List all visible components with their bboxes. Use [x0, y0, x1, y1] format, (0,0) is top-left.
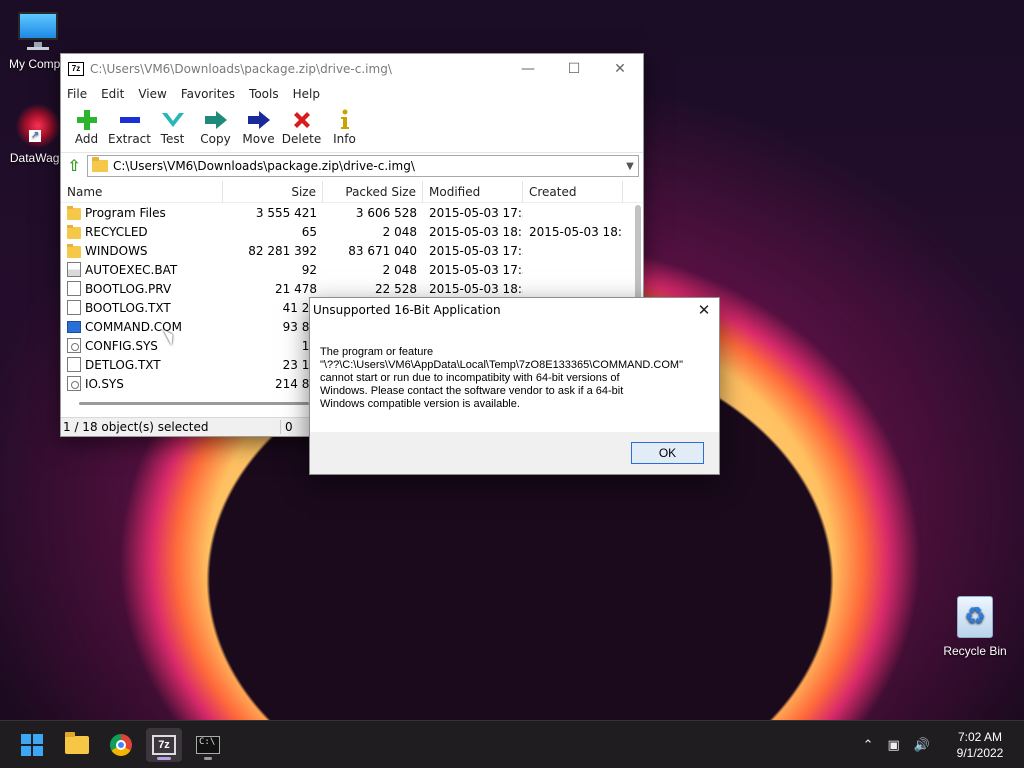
window-title: C:\Users\VM6\Downloads\package.zip\drive… [90, 61, 392, 76]
monitor-icon [16, 10, 60, 54]
dialog-title: Unsupported 16-Bit Application [313, 303, 501, 317]
clock-date: 9/1/2022 [956, 746, 1004, 760]
config-file-icon [67, 338, 81, 353]
menu-edit[interactable]: Edit [101, 87, 124, 101]
horizontal-scrollbar[interactable] [79, 402, 309, 405]
address-text: C:\Users\VM6\Downloads\package.zip\drive… [113, 159, 415, 173]
running-indicator [204, 757, 212, 760]
up-folder-icon[interactable]: ⇧ [65, 157, 83, 175]
system-file-icon [67, 376, 81, 391]
tray-overflow-chevron-icon[interactable]: ⌃ [863, 738, 874, 753]
table-row[interactable]: Program Files 3 555 421 3 606 528 2015-0… [61, 203, 643, 222]
info-button[interactable]: Info [323, 105, 366, 152]
menu-file[interactable]: File [67, 87, 87, 101]
taskbar-chrome[interactable] [103, 728, 139, 762]
address-bar: ⇧ C:\Users\VM6\Downloads\package.zip\dri… [61, 153, 643, 179]
address-input[interactable]: C:\Users\VM6\Downloads\package.zip\drive… [87, 155, 639, 177]
desktop-icon-recycle-bin[interactable]: ♻ Recycle Bin [936, 596, 1014, 658]
ok-button[interactable]: OK [631, 442, 704, 464]
menu-tools[interactable]: Tools [249, 87, 279, 101]
recycle-bin-icon: ♻ [957, 596, 993, 638]
column-modified[interactable]: Modified [423, 181, 523, 203]
executable-icon [67, 320, 81, 333]
chevron-down-icon[interactable]: ▼ [622, 161, 638, 172]
move-arrow-icon [237, 108, 280, 132]
minimize-button[interactable]: — [505, 54, 551, 83]
table-row[interactable]: WINDOWS 82 281 392 83 671 040 2015-05-03… [61, 241, 643, 260]
menu-favorites[interactable]: Favorites [181, 87, 235, 101]
dialog-footer: OK [310, 432, 719, 474]
plus-icon [65, 108, 108, 132]
dialog-close-button[interactable]: ✕ [689, 301, 719, 319]
text-file-icon [67, 300, 81, 315]
status-selection: 1 / 18 object(s) selected [61, 420, 281, 434]
delete-button[interactable]: Delete [280, 105, 323, 152]
menu-bar: File Edit View Favorites Tools Help [61, 83, 643, 105]
7zip-icon: 7z [152, 735, 176, 755]
start-button[interactable] [14, 728, 50, 762]
add-button[interactable]: Add [65, 105, 108, 152]
column-created[interactable]: Created [523, 181, 623, 203]
terminal-icon: C:\ [196, 736, 220, 754]
extract-button[interactable]: Extract [108, 105, 151, 152]
copy-button[interactable]: Copy [194, 105, 237, 152]
status-size: 0 [285, 420, 293, 434]
minus-icon [108, 108, 151, 132]
taskbar: 7z C:\ ⌃ ▣ 🔊 7:02 AM 9/1/2022 [0, 720, 1024, 768]
check-icon [151, 108, 194, 132]
datawago-icon: ↗ [16, 104, 60, 148]
batch-file-icon [67, 262, 81, 277]
list-header: Name Size Packed Size Modified Created [61, 181, 643, 203]
error-dialog: Unsupported 16-Bit Application ✕ The pro… [309, 297, 720, 475]
windows-logo-icon [21, 734, 43, 756]
test-button[interactable]: Test [151, 105, 194, 152]
copy-arrow-icon [194, 108, 237, 132]
taskbar-file-explorer[interactable] [59, 728, 95, 762]
chrome-icon [110, 734, 132, 756]
maximize-button[interactable]: ☐ [551, 54, 597, 83]
volume-icon[interactable]: 🔊 [914, 738, 930, 753]
desktop-icon-label: Recycle Bin [943, 644, 1007, 658]
text-file-icon [67, 357, 81, 372]
active-indicator [157, 757, 171, 760]
column-packed-size[interactable]: Packed Size [323, 181, 423, 203]
clock[interactable]: 7:02 AM 9/1/2022 [944, 729, 1016, 761]
info-icon [323, 108, 366, 132]
menu-view[interactable]: View [138, 87, 166, 101]
table-row[interactable]: RECYCLED 65 2 048 2015-05-03 18:14 2015-… [61, 222, 643, 241]
dialog-titlebar[interactable]: Unsupported 16-Bit Application ✕ [310, 298, 719, 322]
network-icon[interactable]: ▣ [888, 738, 900, 753]
toolbar: Add Extract Test Copy Move Delete Info [61, 105, 643, 153]
7zip-app-icon: 7z [68, 61, 84, 76]
folder-icon [67, 205, 81, 220]
table-row[interactable]: AUTOEXEC.BAT 92 2 048 2015-05-03 17:36 [61, 260, 643, 279]
window-titlebar[interactable]: 7z C:\Users\VM6\Downloads\package.zip\dr… [61, 54, 643, 83]
shortcut-arrow-icon: ↗ [29, 130, 41, 142]
system-tray: ⌃ ▣ 🔊 7:02 AM 9/1/2022 [863, 721, 1024, 768]
column-size[interactable]: Size [223, 181, 323, 203]
delete-x-icon [280, 108, 323, 132]
file-icon [67, 281, 81, 296]
folder-icon [65, 732, 89, 754]
menu-help[interactable]: Help [293, 87, 320, 101]
taskbar-7zip[interactable]: 7z [146, 728, 182, 762]
column-name[interactable]: Name [61, 181, 223, 203]
folder-icon [67, 243, 81, 258]
taskbar-terminal[interactable]: C:\ [190, 728, 226, 762]
table-row[interactable]: BOOTLOG.PRV 21 478 22 528 2015-05-03 18:… [61, 279, 643, 298]
folder-icon [67, 224, 81, 239]
show-desktop-button[interactable] [1016, 721, 1024, 768]
dialog-message: The program or feature "\??\C:\Users\VM6… [320, 346, 683, 410]
clock-time: 7:02 AM [957, 730, 1003, 744]
move-button[interactable]: Move [237, 105, 280, 152]
close-button[interactable]: ✕ [597, 54, 643, 83]
folder-icon [92, 157, 108, 172]
